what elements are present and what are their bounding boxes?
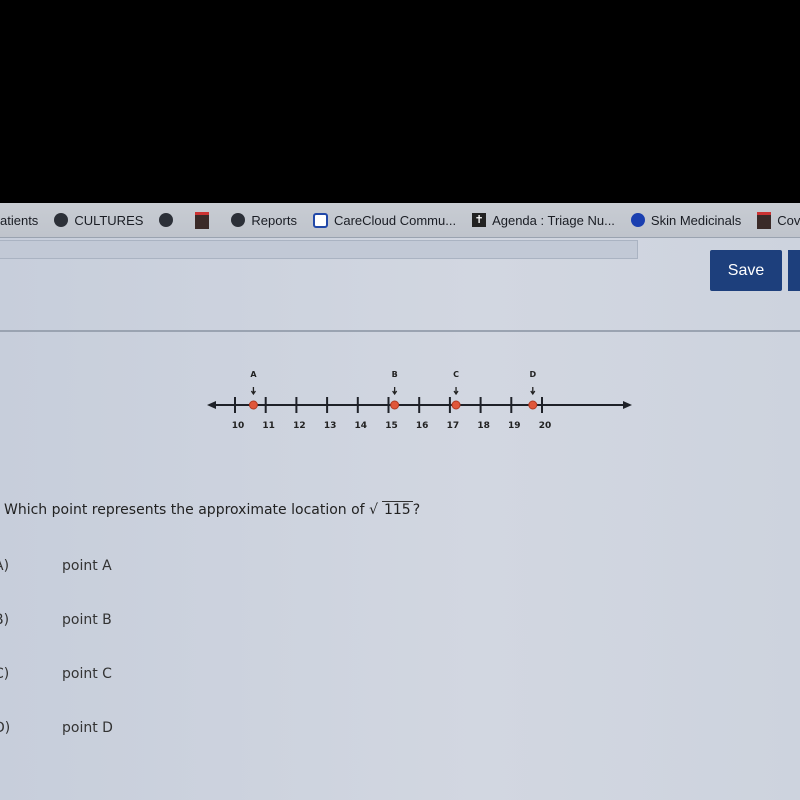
dot-icon <box>630 213 645 227</box>
bookmark-label: CULTURES <box>74 212 144 228</box>
tick-label: 17 <box>447 421 460 431</box>
main-content: Save 10 11 12 13 14 15 16 17 18 19 20 A B C D Which po… <box>0 238 800 800</box>
question-mark: ? <box>412 502 421 518</box>
choice-letter: B) <box>0 612 10 628</box>
question-text: Which point represents the approximate l… <box>4 501 420 518</box>
choice-text: point D <box>62 720 113 736</box>
divider <box>0 330 800 332</box>
tick-label: 16 <box>416 421 429 431</box>
point-label: D <box>529 370 536 379</box>
tick-label: 11 <box>262 421 275 431</box>
bookmark-item[interactable]: Skin Medicinals <box>630 212 742 228</box>
down-arrow-icon <box>250 387 256 396</box>
bookmark-item[interactable]: Cov <box>757 211 800 229</box>
point-marker <box>528 400 538 410</box>
question-prompt: Which point represents the approximate l… <box>4 502 365 518</box>
globe-icon <box>54 213 69 227</box>
bookmark-item[interactable]: CareCloud Commu... <box>312 212 457 228</box>
bookmark-label: CareCloud Commu... <box>333 212 457 228</box>
choice-letter: D) <box>0 720 11 736</box>
tick-label: 19 <box>508 421 521 431</box>
tick-label: 14 <box>355 421 368 431</box>
choice-text: point A <box>62 558 112 574</box>
save-button[interactable]: Save <box>710 250 782 291</box>
bookmark-label: atients <box>0 212 39 228</box>
bookmark-item[interactable] <box>159 213 179 227</box>
choice-letter: A) <box>0 558 10 574</box>
tick-label: 15 <box>385 421 398 431</box>
number-line: 10 11 12 13 14 15 16 17 18 19 20 A B C D <box>207 370 632 431</box>
radicand: 115 <box>381 501 413 518</box>
down-arrow-icon <box>453 387 459 396</box>
right-arrow-icon <box>623 401 632 409</box>
tick-label: 12 <box>293 421 306 431</box>
choice-letter: C) <box>0 666 10 682</box>
tick-label: 18 <box>477 421 490 431</box>
globe-icon <box>231 213 246 227</box>
point-label: B <box>392 370 398 379</box>
text-field[interactable] <box>0 240 638 259</box>
down-arrow-icon <box>530 387 536 396</box>
choice-a[interactable]: A) point A <box>0 558 112 574</box>
point-marker <box>390 400 400 410</box>
cloud-icon <box>312 212 328 228</box>
globe-icon <box>159 213 174 227</box>
point-marker <box>248 400 258 410</box>
point-marker <box>451 400 461 410</box>
choice-text: point C <box>62 666 112 682</box>
bookmark-label: Cov <box>777 212 800 228</box>
bookmark-item[interactable]: CULTURES <box>54 213 143 228</box>
left-arrow-icon <box>207 401 216 409</box>
point-label: A <box>250 370 257 379</box>
point-label: C <box>453 370 459 379</box>
tick-label: 10 <box>232 421 245 431</box>
choice-c[interactable]: C) point C <box>0 666 112 682</box>
choice-b[interactable]: B) point B <box>0 612 112 628</box>
bookmark-item[interactable]: Reports <box>231 213 297 228</box>
choice-text: point B <box>62 612 112 628</box>
radical-sign: √ <box>369 502 378 518</box>
bookmark-item[interactable] <box>195 211 215 229</box>
arch-icon <box>195 211 210 229</box>
bookmark-label: Skin Medicinals <box>650 212 742 228</box>
choice-d[interactable]: D) point D <box>0 720 113 736</box>
bookmark-item[interactable]: atients <box>0 213 38 228</box>
tick-label: 20 <box>539 421 552 431</box>
secondary-button[interactable] <box>788 250 800 291</box>
bookmark-item[interactable]: ✝ Agenda : Triage Nu... <box>472 213 615 228</box>
arch-icon <box>757 211 772 229</box>
bookmark-label: Agenda : Triage Nu... <box>492 212 615 228</box>
bookmark-label: Reports <box>251 212 297 228</box>
bookmarks-bar: atients CULTURES Reports CareCloud Commu...… <box>0 203 800 238</box>
cross-icon: ✝ <box>472 213 487 227</box>
down-arrow-icon <box>392 387 398 396</box>
tick-label: 13 <box>324 421 337 431</box>
